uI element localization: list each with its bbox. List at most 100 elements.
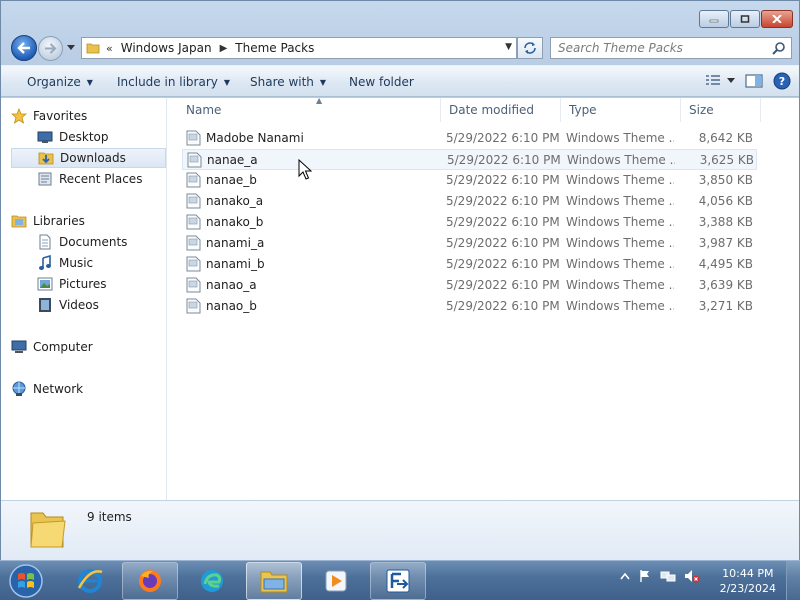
file-type: Windows Theme ... [566,194,674,208]
preview-pane-icon[interactable] [745,73,763,89]
include-in-library-button[interactable]: Include in library ▼ [117,73,230,91]
breadcrumb-windows-japan[interactable]: Windows Japan [119,41,214,55]
taskbar-file-explorer[interactable] [246,562,302,600]
file-type: Windows Theme ... [566,131,674,145]
action-center-flag-icon[interactable] [638,569,652,583]
breadcrumb-theme-packs[interactable]: Theme Packs [233,41,316,55]
file-row[interactable]: nanao_b 5/29/2022 6:10 PM Windows Theme ..… [182,296,757,317]
close-icon [772,15,782,23]
computer-icon [11,339,27,355]
theme-file-icon [187,152,202,168]
chevron-down-icon [67,45,75,50]
column-header-name[interactable]: Name ▲ [178,96,441,122]
nav-network[interactable]: Network [11,379,165,399]
address-dropdown[interactable]: ▼ [505,42,512,52]
file-name: nanami_b [206,257,265,271]
back-button[interactable] [11,35,37,61]
file-row[interactable]: nanako_b 5/29/2022 6:10 PM Windows Theme .… [182,212,757,233]
chevron-down-icon: ▼ [223,77,231,87]
sort-ascending-icon: ▲ [316,96,323,105]
network-status-icon[interactable] [660,569,676,583]
file-row[interactable]: Madobe Nanami 5/29/2022 6:10 PM Windows Th… [182,128,757,149]
star-icon [11,108,27,124]
nav-libraries-label: Libraries [33,214,85,228]
nav-libraries[interactable]: Libraries [11,211,165,231]
file-date-modified: 5/29/2022 6:10 PM [446,257,560,271]
taskbar-edge[interactable] [184,562,240,600]
documents-icon [37,234,53,250]
file-size: 3,625 KB [699,153,754,167]
new-folder-label: New folder [349,75,414,89]
taskbar-internet-explorer[interactable] [62,562,118,600]
libraries-icon [11,213,27,229]
breadcrumb-separator-icon[interactable]: ▶ [220,43,228,54]
show-hidden-icons-icon[interactable] [620,572,630,580]
minimize-button[interactable] [699,10,729,28]
main-area: Favorites Desktop Downloads Recent Place… [1,96,799,500]
nav-documents[interactable]: Documents [37,232,165,252]
taskbar-firefox[interactable] [122,562,178,600]
file-row[interactable]: nanami_b 5/29/2022 6:10 PM Windows Theme .… [182,254,757,275]
downloads-folder-icon [38,150,54,166]
search-box[interactable] [550,37,792,59]
file-row[interactable]: nanako_a 5/29/2022 6:10 PM Windows Theme .… [182,191,757,212]
recent-pages-dropdown[interactable] [65,41,77,55]
change-view-button[interactable] [705,74,735,88]
mouse-cursor-icon [298,159,312,180]
taskbar-media-player[interactable] [308,562,364,600]
file-type: Windows Theme ... [566,236,674,250]
file-row[interactable]: nanae_a 5/29/2022 6:10 PM Windows Theme ..… [182,149,757,170]
theme-file-icon [186,298,201,314]
nav-network-label: Network [33,382,84,396]
clock[interactable]: 10:44 PM 2/23/2024 [720,566,776,596]
column-header-type[interactable]: Type [561,98,681,122]
nav-downloads[interactable]: Downloads [11,148,166,168]
chevron-down-icon [727,78,735,83]
maximize-icon [740,15,750,23]
windows-start-icon [9,564,43,598]
file-name: nanao_b [206,299,257,313]
column-header-type-label: Type [569,103,597,117]
nav-desktop[interactable]: Desktop [37,127,165,147]
forward-button[interactable] [38,36,63,61]
file-date-modified: 5/29/2022 6:10 PM [446,299,560,313]
column-header-size[interactable]: Size [681,98,761,122]
file-size: 3,271 KB [698,299,753,313]
nav-recent-places[interactable]: Recent Places [37,169,165,189]
column-header-date-modified[interactable]: Date modified [441,98,561,122]
help-icon[interactable]: ? [773,72,791,90]
edge-icon [201,570,223,592]
nav-music[interactable]: Music [37,253,165,273]
file-row[interactable]: nanae_b 5/29/2022 6:10 PM Windows Theme ..… [182,170,757,191]
file-type: Windows Theme ... [566,215,674,229]
nav-videos[interactable]: Videos [37,295,165,315]
file-name: Madobe Nanami [206,131,304,145]
internet-explorer-icon [77,569,103,593]
nav-computer-label: Computer [33,340,93,354]
refresh-button[interactable] [517,37,543,59]
address-bar[interactable]: « Windows Japan ▶ Theme Packs ▼ [81,37,517,59]
breadcrumb-overflow[interactable]: « [106,42,113,55]
nav-computer[interactable]: Computer [11,337,165,357]
media-player-icon [325,570,347,592]
file-name: nanae_b [206,173,257,187]
close-button[interactable] [761,10,793,28]
file-date-modified: 5/29/2022 6:10 PM [446,236,560,250]
nav-pictures[interactable]: Pictures [37,274,165,294]
show-desktop-button[interactable] [786,561,800,600]
system-tray [620,569,700,583]
volume-muted-icon[interactable] [684,569,700,583]
title-bar [1,1,799,31]
taskbar-app-launcher[interactable] [370,562,426,600]
nav-favorites[interactable]: Favorites [11,106,165,126]
file-row[interactable]: nanao_a 5/29/2022 6:10 PM Windows Theme ..… [182,275,757,296]
search-input[interactable] [558,38,768,58]
chevron-down-icon: ▼ [319,77,327,87]
organize-button[interactable]: Organize ▼ [27,73,93,91]
file-row[interactable]: nanami_a 5/29/2022 6:10 PM Windows Theme .… [182,233,757,254]
new-folder-button[interactable]: New folder [349,73,414,91]
start-button[interactable] [4,562,48,600]
file-size: 4,495 KB [698,257,753,271]
share-with-button[interactable]: Share with ▼ [250,73,326,91]
maximize-button[interactable] [730,10,760,28]
